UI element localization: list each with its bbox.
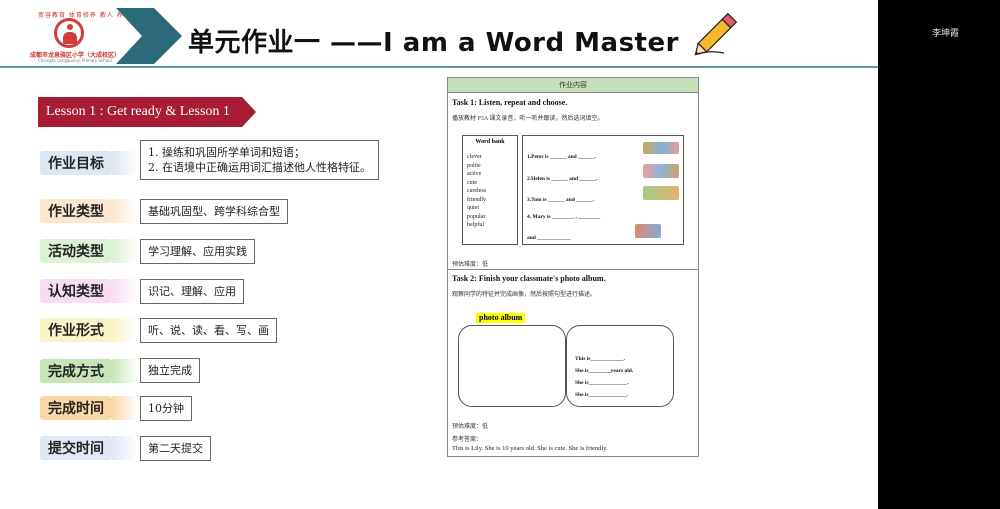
word-bank-item: quiet (467, 205, 479, 211)
row-label: 活动类型 (40, 239, 138, 263)
task1-sentence: 3.Tom is ______ and ______. (527, 197, 595, 203)
row-label-text: 完成方式 (48, 364, 104, 380)
row-value-line: 10分钟 (148, 402, 184, 415)
row-value: 基础巩固型、跨学科综合型 (140, 199, 288, 224)
word-bank-item: clever (467, 154, 482, 160)
row-label: 作业目标 (40, 151, 138, 175)
row-value-line: 1. 操练和巩固所学单词和短语； (148, 146, 305, 159)
logo-school-sub: Chengdu Longquanyi Primary School (38, 58, 112, 63)
row-label-fade (112, 436, 138, 460)
row-value-line: 识记、理解、应用 (148, 285, 236, 298)
word-bank-item: polite (467, 162, 481, 169)
worksheet-heading: 作业内容 (448, 78, 698, 93)
header-divider (0, 66, 878, 68)
kids-illustration-icon (643, 186, 679, 200)
row-label-text: 作业形式 (48, 323, 104, 339)
photo-frame (458, 325, 566, 407)
task1-title: Task 1: Listen, repeat and choose. (452, 98, 568, 107)
row-label-text: 活动类型 (48, 244, 104, 260)
album-sentence: She is______________. (575, 380, 629, 386)
word-bank-list: clever polite active cute careless friendly qu… (463, 153, 517, 230)
logo-emblem-icon (54, 18, 84, 48)
pencil-icon (694, 12, 738, 56)
row-value-line: 独立完成 (148, 364, 192, 377)
kids-illustration-icon (643, 164, 679, 178)
row-label-text: 提交时间 (48, 441, 104, 457)
row-label-fade (112, 199, 138, 223)
word-bank-item: cute (467, 179, 477, 186)
row-label: 认知类型 (40, 279, 138, 303)
row-label-fade (112, 279, 138, 303)
row-label-fade (112, 239, 138, 263)
task1-sentence: and ____________ (527, 235, 571, 241)
row-value: 10分钟 (140, 396, 192, 421)
album-sentence: This is____________. (575, 356, 625, 362)
row-value: 听、说、读、看、写、画 (140, 318, 277, 343)
row-label: 完成方式 (40, 359, 138, 383)
word-bank-item: careless (467, 188, 486, 194)
task1-difficulty: 预估难度：低 (452, 262, 489, 268)
task2-title: Task 2: Finish your classmate's photo al… (452, 274, 606, 283)
slide: 宽容教育 体育修养 教人 养艺 成都市龙泉驿区小学（大成校区） Chengdu … (0, 0, 878, 509)
task2-instruction: 观察同学的特征并完成画像，然后按照句型进行描述。 (452, 292, 597, 298)
task1-sentence: 1.Peter is ______ and ______. (527, 154, 596, 160)
row-value: 1. 操练和巩固所学单词和短语； 2. 在语境中正确运用词汇描述他人性格特征。 (140, 140, 379, 180)
page-title: 单元作业一 ——I am a Word Master (188, 28, 679, 58)
word-bank-item: friendly (467, 196, 486, 203)
row-value: 第二天提交 (140, 436, 211, 461)
participant-panel: 李坤霞 (878, 0, 1000, 509)
word-bank: Word bank clever polite active cute careless… (462, 135, 518, 245)
description-frame: This is____________. She is________years … (566, 325, 674, 407)
task1-instruction: 播放教材 P3A 课文录音，听一听并跟读，然后选词填空。 (452, 116, 604, 122)
chevron-right-icon (116, 8, 182, 64)
sentences-box: 1.Peter is ______ and ______. 2.Helen is … (522, 135, 684, 245)
album-sentence: She is______________. (575, 392, 629, 398)
row-label-fade (112, 396, 138, 420)
task1-sentence: 2.Helen is ______ and ______. (527, 176, 598, 182)
participant-name: 李坤霞 (932, 29, 960, 39)
reference-answer: This is Lily. She is 10 years old. She i… (452, 445, 608, 452)
row-label-fade (112, 359, 138, 383)
word-bank-item: popular (467, 213, 486, 220)
row-label: 作业形式 (40, 318, 138, 342)
row-label-fade (112, 151, 138, 175)
row-value-line: 听、说、读、看、写、画 (148, 324, 269, 337)
school-logo: 宽容教育 体育修养 教人 养艺 成都市龙泉驿区小学（大成校区） Chengdu … (30, 10, 130, 63)
row-value: 独立完成 (140, 358, 200, 383)
row-label: 作业类型 (40, 199, 138, 223)
reference-answer-label: 参考答案： (452, 437, 483, 443)
row-label-text: 完成时间 (48, 401, 104, 417)
word-bank-title: Word bank (475, 139, 505, 145)
album-sentence: She is________years old. (575, 368, 634, 374)
lesson-tag: Lesson 1 : Get ready & Lesson 1 (38, 97, 256, 127)
kids-illustration-icon (643, 142, 679, 154)
row-value: 学习理解、应用实践 (140, 239, 255, 264)
row-label-text: 作业类型 (48, 204, 104, 220)
row-value-line: 基础巩固型、跨学科综合型 (148, 205, 280, 218)
word-bank-item: helpful (467, 222, 484, 228)
row-label-fade (112, 318, 138, 342)
row-value-line: 2. 在语境中正确运用词汇描述他人性格特征。 (148, 161, 371, 174)
task-separator (448, 269, 698, 270)
task1-sentence: 4. Mary is ________ , ________ (527, 214, 601, 220)
lesson-label: Lesson 1 : Get ready & Lesson 1 (46, 104, 230, 119)
photo-album-label: photo album (476, 313, 526, 323)
row-value-line: 第二天提交 (148, 442, 203, 455)
kids-illustration-icon (635, 224, 661, 238)
word-bank-item: active (467, 171, 482, 177)
row-value-line: 学习理解、应用实践 (148, 245, 247, 258)
row-label: 提交时间 (40, 436, 138, 460)
row-label: 完成时间 (40, 396, 138, 420)
worksheet: 作业内容 Task 1: Listen, repeat and choose. … (447, 77, 699, 457)
row-label-text: 认知类型 (48, 284, 104, 300)
row-label-text: 作业目标 (48, 156, 104, 172)
row-value: 识记、理解、应用 (140, 279, 244, 304)
task2-difficulty: 预估难度：低 (452, 424, 489, 430)
